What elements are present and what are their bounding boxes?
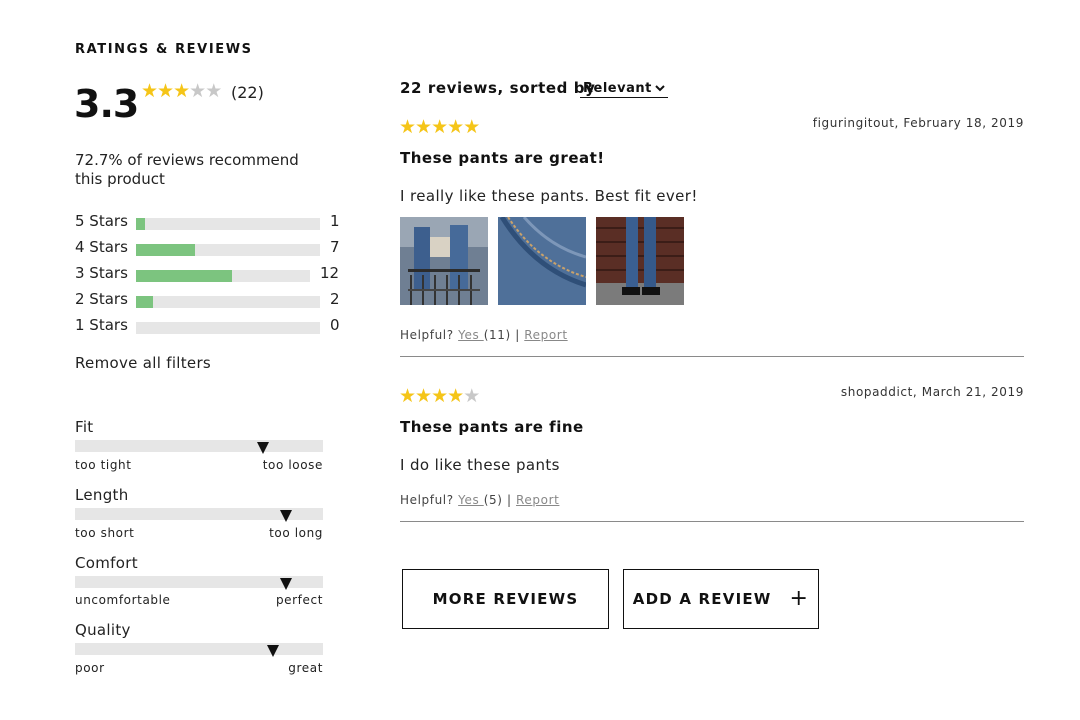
attribute-fit-low: too tight [75,458,132,472]
star-icon: ★ [447,116,464,138]
attribute-quality-high: great [288,661,323,675]
star-distribution-bar [136,322,320,334]
star-filter-5[interactable]: 5 Stars 1 [75,212,345,232]
star-filter-count: 12 [320,264,340,282]
attribute-comfort-scale [75,576,323,590]
remove-filters-link[interactable]: Remove all filters [75,354,211,372]
recommend-text: 72.7% of reviews recommend this product [75,151,299,188]
star-distribution-bar [136,244,320,256]
star-distribution-bar [136,296,320,308]
star-icon: ★ [141,80,158,102]
review-photo-legs[interactable] [596,217,684,305]
attribute-length-label: Length [75,486,129,504]
more-reviews-label: MORE REVIEWS [432,590,579,608]
plus-icon: + [789,586,810,611]
attribute-length-low: too short [75,526,135,540]
review-title: These pants are fine [400,418,584,436]
star-filter-count: 1 [330,212,340,230]
attribute-quality-scale [75,643,323,657]
star-filter-label: 2 Stars [75,290,128,308]
review-stars: ★★★★★ [399,116,480,138]
separator: | [506,493,512,507]
attribute-quality-label: Quality [75,621,131,639]
marker-icon [257,442,270,454]
star-icon: ★ [399,385,416,407]
star-filter-label: 3 Stars [75,264,128,282]
star-icon: ★ [157,80,174,102]
star-icon: ★ [189,80,206,102]
star-filter-label: 4 Stars [75,238,128,256]
review-count: (22) [231,83,264,102]
star-filter-count: 2 [330,290,340,308]
attribute-length-scale [75,508,323,522]
star-icon: ★ [431,385,448,407]
marker-icon [279,510,292,522]
review-divider [400,521,1024,522]
helpful-label: Helpful? [400,328,454,342]
helpful-yes-link[interactable]: Yes [458,493,484,507]
review-author-date: shopaddict, March 21, 2019 [840,385,1024,399]
star-distribution-bar [136,218,320,230]
more-reviews-button[interactable]: MORE REVIEWS [402,569,609,629]
star-icon: ★ [463,116,480,138]
review-title: These pants are great! [400,149,605,167]
star-icon: ★ [447,385,464,407]
add-review-button[interactable]: ADD A REVIEW + [623,569,819,629]
star-filter-label: 5 Stars [75,212,128,230]
star-filter-4[interactable]: 4 Stars 7 [75,238,345,258]
chevron-down-icon [655,81,665,96]
star-icon: ★ [431,116,448,138]
review-photo-denim[interactable] [498,217,586,305]
report-link[interactable]: Report [516,493,559,507]
star-filter-label: 1 Stars [75,316,128,334]
star-distribution-fill [136,270,232,282]
star-filter-count: 0 [330,316,340,334]
attribute-length-high: too long [269,526,323,540]
attribute-quality-low: poor [75,661,105,675]
star-icon: ★ [399,116,416,138]
average-stars: ★★★★★ [141,80,222,102]
star-icon: ★ [173,80,190,102]
review-photo-cart[interactable] [400,217,488,305]
marker-icon [267,645,280,657]
star-distribution-fill [136,218,146,230]
star-distribution-fill [136,296,153,308]
star-distribution-bar [136,270,310,282]
helpful-label: Helpful? [400,493,454,507]
add-review-label: ADD A REVIEW [632,590,772,608]
helpful-yes-link[interactable]: Yes [458,328,484,342]
attribute-comfort-low: uncomfortable [75,593,171,607]
helpful-row: Helpful? Yes (5) | Report [400,493,559,507]
review-body: I really like these pants. Best fit ever… [400,187,698,205]
review-body: I do like these pants [400,456,560,474]
star-icon: ★ [205,80,222,102]
helpful-count: (5) [483,493,503,507]
review-stars: ★★★★★ [399,385,480,407]
star-filter-1[interactable]: 1 Stars 0 [75,316,345,336]
star-filter-3[interactable]: 3 Stars 12 [75,264,345,284]
helpful-count: (11) [483,328,511,342]
star-icon: ★ [415,116,432,138]
star-filter-count: 7 [330,238,340,256]
reviews-summary: 22 reviews, sorted by [400,79,596,97]
review-author-date: figuringitout, February 18, 2019 [812,116,1024,130]
marker-icon [279,578,292,590]
average-rating: 3.3 [74,82,139,126]
attribute-fit-label: Fit [75,418,94,436]
attribute-comfort-high: perfect [275,593,323,607]
attribute-fit-high: too loose [262,458,323,472]
star-icon: ★ [415,385,432,407]
section-title: RATINGS & REVIEWS [75,42,253,57]
attribute-fit-scale [75,440,323,454]
sort-select[interactable]: Relevant [580,81,668,98]
report-link[interactable]: Report [524,328,567,342]
separator: | [515,328,520,342]
star-distribution-fill [136,244,195,256]
review-divider [400,356,1024,357]
helpful-row: Helpful? Yes (11) | Report [400,328,568,342]
star-filter-2[interactable]: 2 Stars 2 [75,290,345,310]
attribute-comfort-label: Comfort [75,554,138,572]
star-icon: ★ [463,385,480,407]
sort-value: Relevant [583,81,652,96]
